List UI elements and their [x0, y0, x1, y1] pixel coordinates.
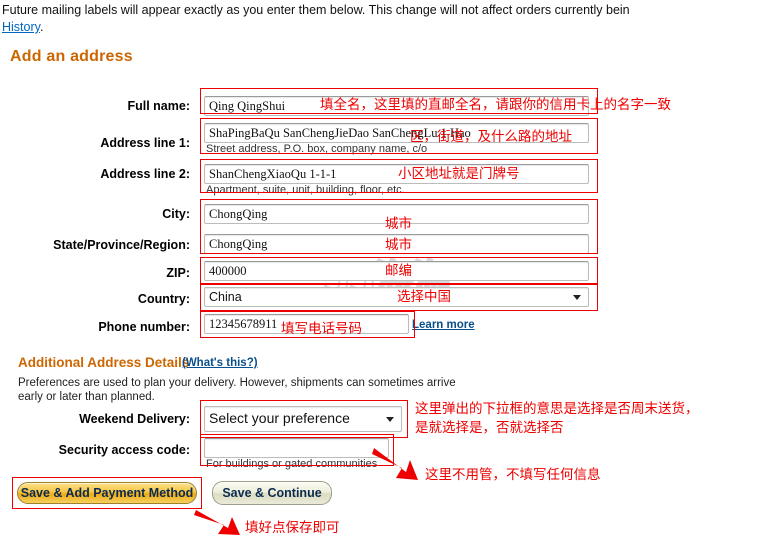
order-history-link[interactable]: History [2, 20, 40, 34]
annotation-state: 城市 [385, 237, 412, 253]
label-security-access-code: Security access code: [58, 443, 190, 457]
intro-paragraph: Future mailing labels will appear exactl… [2, 2, 768, 36]
annotation-save: 填好点保存即可 [245, 520, 340, 536]
annotation-weekend-delivery-line2: 是就选择是，否就选择否 [415, 420, 564, 436]
annotation-address-line-1: 区，街道，及什么路的地址 [410, 129, 572, 145]
page-title: Add an address [10, 48, 133, 65]
label-city: City: [162, 207, 190, 221]
label-full-name: Full name: [127, 99, 190, 113]
annotation-full-name: 填全名，这里填的直邮全名，请跟你的信用卡上的名字一致 [320, 97, 671, 113]
country-select-value: China [209, 290, 242, 304]
annotation-address-line-2: 小区地址就是门牌号 [398, 166, 520, 182]
annotation-phone: 填写电话号码 [281, 321, 362, 337]
save-add-payment-button[interactable]: Save & Add Payment Method [17, 482, 197, 504]
label-country: Country: [137, 292, 190, 306]
preferences-note: Preferences are used to plan your delive… [18, 377, 456, 403]
annotation-weekend-delivery-line1: 这里弹出的下拉框的意思是选择是否周末送货， [415, 401, 699, 417]
security-access-code-input[interactable] [204, 438, 389, 458]
intro-text-after-link: . [39, 20, 44, 34]
whats-this-link[interactable]: (What's this?) [182, 357, 258, 369]
label-address-line-2: Address line 2: [100, 167, 190, 181]
annotation-city: 城市 [385, 216, 412, 232]
hint-address-line-1: Street address, P.O. box, company name, … [206, 143, 428, 155]
hint-security-access-code: For buildings or gated communities [206, 458, 378, 470]
label-state-province-region: State/Province/Region: [53, 238, 190, 252]
chevron-down-icon [386, 417, 394, 422]
weekend-delivery-value: Select your preference [209, 410, 350, 426]
hint-address-line-2: Apartment, suite, unit, building, floor,… [206, 184, 405, 196]
arrow-save [194, 510, 240, 535]
label-phone-number: Phone number: [98, 320, 190, 334]
address-form-page: Future mailing labels will appear exactl… [0, 0, 770, 543]
annotation-country: 选择中国 [397, 289, 451, 305]
address-line-2-input[interactable] [204, 164, 589, 184]
annotation-zip: 邮编 [385, 263, 412, 279]
label-zip: ZIP: [166, 266, 190, 280]
additional-details-heading: Additional Address Details [18, 355, 190, 370]
chevron-down-icon [573, 295, 581, 300]
annotation-security: 这里不用管，不填写任何信息 [425, 467, 601, 483]
learn-more-link[interactable]: Learn more [412, 319, 475, 331]
intro-text-before-link: Future mailing labels will appear exactl… [2, 3, 630, 17]
label-address-line-1: Address line 1: [100, 136, 190, 150]
label-weekend-delivery: Weekend Delivery: [79, 412, 190, 426]
weekend-delivery-select[interactable]: Select your preference [204, 406, 402, 432]
save-continue-button[interactable]: Save & Continue [212, 481, 332, 505]
